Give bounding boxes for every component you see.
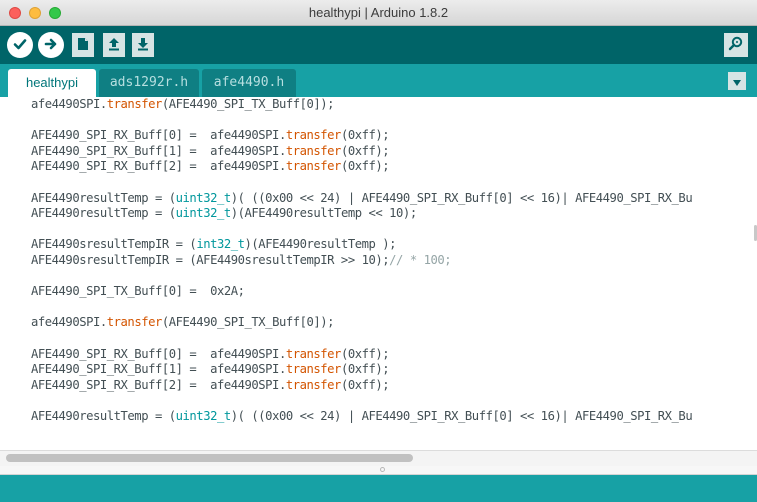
code-text[interactable]: afe4490SPI.transfer(AFE4490_SPI_TX_Buff[… [31,97,693,425]
code-token: AFE4490resultTemp = ( [31,408,176,423]
arrow-up-icon [107,36,121,55]
code-token: (AFE4490_SPI_TX_Buff[0]); [161,315,335,330]
code-token: (0xff); [340,377,390,392]
code-token: AFE4490_SPI_TX_Buff[0] = 0x2A; [31,284,245,299]
code-token-fn: transfer [285,362,342,377]
triangle-down-icon [732,72,742,91]
arrow-right-icon [44,36,58,55]
code-token: )(AFE4490resultTemp << 10); [230,206,417,221]
arduino-ide-window: healthypi | Arduino 1.8.2 healthypi ads1… [0,0,757,502]
splitter-handle[interactable] [380,467,385,472]
new-sketch-button[interactable] [72,33,94,57]
tab-ads1292r-h[interactable]: ads1292r.h [99,69,199,97]
code-token: AFE4490_SPI_RX_Buff[1] = afe4490SPI. [31,362,286,377]
code-token-fn: transfer [285,143,342,158]
code-line[interactable] [31,393,692,409]
tab-menu-button[interactable] [728,72,746,90]
upload-button[interactable] [38,32,64,58]
code-token-type: uint32_t [175,206,232,221]
code-line[interactable]: AFE4490resultTemp = (uint32_t)( ((0x00 <… [31,408,693,425]
code-token-cm: // * 100; [389,252,452,267]
code-line[interactable]: AFE4490sresultTempIR = (AFE4490sresultTe… [31,253,692,269]
tab-healthypi[interactable]: healthypi [8,69,96,97]
code-token: AFE4490_SPI_RX_Buff[1] = afe4490SPI. [31,143,286,158]
code-line[interactable]: AFE4490_SPI_RX_Buff[2] = afe4490SPI.tran… [31,159,692,175]
horizontal-scroll-thumb[interactable] [6,454,413,462]
status-bar [0,475,757,502]
code-line[interactable] [31,269,692,285]
code-token: AFE4490_SPI_RX_Buff[0] = afe4490SPI. [31,128,286,143]
arrow-down-icon [136,36,150,55]
code-token: )(AFE4490resultTemp ); [244,237,397,252]
checkmark-icon [13,36,27,55]
code-token-fn: transfer [285,346,342,361]
window-title: healthypi | Arduino 1.8.2 [308,5,449,20]
code-token: AFE4490sresultTempIR = (AFE4490sresultTe… [31,252,390,267]
code-token: afe4490SPI. [31,315,107,330]
code-token-fn: transfer [285,159,342,174]
code-token-type: uint32_t [175,190,232,205]
code-line[interactable] [31,300,692,316]
save-sketch-button[interactable] [132,33,154,57]
code-line[interactable] [31,331,692,347]
code-line[interactable]: AFE4490_SPI_RX_Buff[1] = afe4490SPI.tran… [31,144,692,160]
code-token-type: int32_t [196,237,245,252]
new-file-icon [77,36,89,55]
code-line[interactable]: AFE4490sresultTempIR = (int32_t)(AFE4490… [31,237,692,253]
code-line[interactable]: AFE4490resultTemp = (uint32_t)(AFE4490re… [31,206,692,222]
code-token: (0xff); [340,362,390,377]
serial-monitor-button[interactable] [724,33,748,57]
code-line[interactable]: AFE4490_SPI_RX_Buff[0] = afe4490SPI.tran… [31,347,692,363]
code-token: (0xff); [340,128,390,143]
code-line[interactable]: AFE4490resultTemp = (uint32_t)( ((0x00 <… [31,190,693,207]
code-line[interactable] [31,175,692,191]
code-line[interactable]: afe4490SPI.transfer(AFE4490_SPI_TX_Buff[… [31,315,692,331]
tab-afe4490-h[interactable]: afe4490.h [202,69,296,97]
code-token: AFE4490resultTemp = ( [31,190,176,205]
code-token-fn: transfer [106,315,163,330]
code-line[interactable]: AFE4490_SPI_RX_Buff[1] = afe4490SPI.tran… [31,362,692,378]
code-token: AFE4490sresultTempIR = ( [31,237,197,252]
code-token: (0xff); [340,159,390,174]
code-token-type: uint32_t [175,408,232,423]
code-token-fn: transfer [106,97,163,111]
code-line[interactable] [31,113,692,129]
code-token: (0xff); [340,346,390,361]
code-line[interactable]: AFE4490_SPI_RX_Buff[2] = afe4490SPI.tran… [31,378,692,394]
code-token-fn: transfer [285,377,342,392]
code-line[interactable]: AFE4490_SPI_TX_Buff[0] = 0x2A; [31,284,692,300]
code-line[interactable] [31,222,692,238]
toolbar [0,26,757,64]
code-token-fn: transfer [285,128,342,143]
code-line[interactable]: afe4490SPI.transfer(AFE4490_SPI_TX_Buff[… [31,97,692,113]
console-splitter[interactable] [0,466,757,475]
code-token: )( ((0x00 << 24) | AFE4490_SPI_RX_Buff[0… [230,408,693,423]
code-token: AFE4490_SPI_RX_Buff[0] = afe4490SPI. [31,346,286,361]
code-token: AFE4490resultTemp = ( [31,206,176,221]
verify-button[interactable] [7,32,33,58]
code-editor[interactable]: afe4490SPI.transfer(AFE4490_SPI_TX_Buff[… [0,97,757,450]
code-token: (0xff); [340,143,390,158]
title-bar[interactable]: healthypi | Arduino 1.8.2 [0,0,757,26]
code-token: AFE4490_SPI_RX_Buff[2] = afe4490SPI. [31,159,286,174]
code-token: )( ((0x00 << 24) | AFE4490_SPI_RX_Buff[0… [230,190,693,205]
code-line[interactable]: AFE4490_SPI_RX_Buff[0] = afe4490SPI.tran… [31,128,692,144]
magnifier-icon [728,35,744,55]
code-token: AFE4490_SPI_RX_Buff[2] = afe4490SPI. [31,377,286,392]
code-token: (AFE4490_SPI_TX_Buff[0]); [161,97,335,111]
code-token: afe4490SPI. [31,97,107,111]
tab-bar: healthypi ads1292r.h afe4490.h [0,64,757,97]
horizontal-scrollbar[interactable] [0,450,757,466]
open-sketch-button[interactable] [103,33,125,57]
